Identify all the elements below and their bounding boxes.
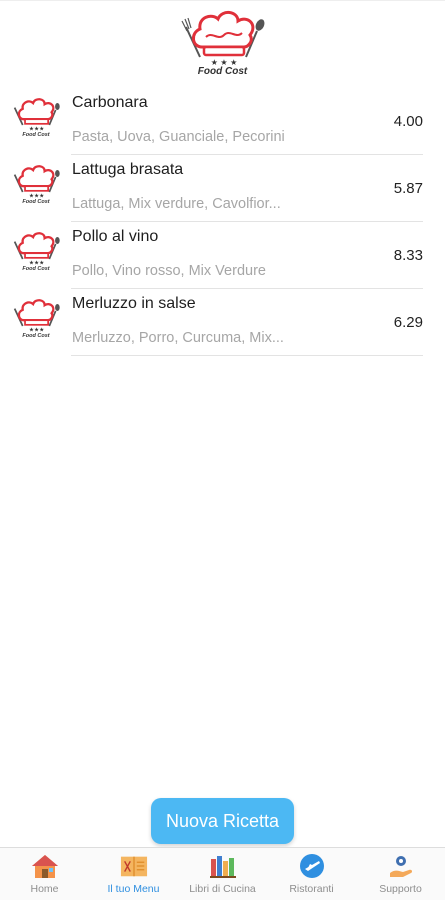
chef-hat-icon: ★★★ — [13, 165, 60, 200]
recipe-price: 4.00 — [393, 113, 423, 130]
chef-hat-icon: ★★★ — [13, 232, 60, 267]
tab-label: Libri di Cucina — [189, 883, 256, 895]
recipe-name: Lattuga brasata — [72, 161, 184, 178]
menu-icon — [120, 853, 148, 879]
recipe-info: Pollo al vino Pollo, Vino rosso, Mix Ver… — [71, 222, 423, 289]
app-header: ★ ★ ★ Food Cost — [0, 0, 445, 80]
recipe-price: 8.33 — [393, 247, 423, 264]
recipe-price: 6.29 — [393, 314, 423, 331]
recipe-row[interactable]: ★★★ Food Cost Carbonara Pasta, Uova, Gua… — [0, 88, 445, 155]
tab-label: Supporto — [379, 883, 422, 895]
recipe-row[interactable]: ★★★ Food Cost Lattuga brasata Lattuga, M… — [0, 155, 445, 222]
recipe-ingredients: Merluzzo, Porro, Curcuma, Mix... — [72, 330, 284, 346]
recipe-ingredients: Pasta, Uova, Guanciale, Pecorini — [72, 129, 285, 145]
chef-hat-icon: ★★★ — [13, 98, 60, 133]
recipe-name: Carbonara — [72, 94, 148, 111]
recipe-info: Carbonara Pasta, Uova, Guanciale, Pecori… — [71, 88, 423, 155]
support-icon — [387, 853, 415, 879]
tab-your-menu[interactable]: Il tuo Menu — [89, 848, 178, 900]
tab-label: Ristoranti — [289, 883, 334, 895]
chef-hat-icon: ★★★ — [13, 299, 60, 334]
tab-label: Il tuo Menu — [107, 883, 160, 895]
food-cost-logo: ★ ★ ★ Food Cost — [178, 7, 268, 79]
house-icon — [31, 853, 59, 879]
tab-home[interactable]: Home — [0, 848, 89, 900]
thumbnail-text: Food Cost — [22, 266, 50, 272]
thumbnail-text: Food Cost — [22, 333, 50, 339]
recipe-thumbnail: ★★★ Food Cost — [10, 96, 62, 138]
recipe-ingredients: Pollo, Vino rosso, Mix Verdure — [72, 263, 266, 279]
recipe-name: Pollo al vino — [72, 228, 159, 245]
tab-support[interactable]: Supporto — [356, 848, 445, 900]
recipe-row[interactable]: ★★★ Food Cost Merluzzo in salse Merluzzo… — [0, 289, 445, 356]
recipe-thumbnail: ★★★ Food Cost — [10, 230, 62, 272]
recipe-thumbnail: ★★★ Food Cost — [10, 297, 62, 339]
tab-label: Home — [30, 883, 59, 895]
recipe-info: Merluzzo in salse Merluzzo, Porro, Curcu… — [71, 289, 423, 356]
plane-icon — [298, 853, 326, 879]
new-recipe-button[interactable]: Nuova Ricetta — [151, 798, 294, 844]
recipe-row[interactable]: ★★★ Food Cost Pollo al vino Pollo, Vino … — [0, 222, 445, 289]
tab-restaurants[interactable]: Ristoranti — [267, 848, 356, 900]
thumbnail-text: Food Cost — [22, 199, 50, 205]
bottom-tab-bar: Home Il tuo Menu Libri di Cucina Ristora… — [0, 847, 445, 900]
thumbnail-text: Food Cost — [22, 132, 50, 138]
tab-cookbooks[interactable]: Libri di Cucina — [178, 848, 267, 900]
recipe-name: Merluzzo in salse — [72, 295, 196, 312]
logo-text: Food Cost — [197, 66, 248, 77]
chef-hat-logo-icon: ★ ★ ★ — [180, 11, 264, 67]
recipe-list: ★★★ Food Cost Carbonara Pasta, Uova, Gua… — [0, 88, 445, 356]
recipe-info: Lattuga brasata Lattuga, Mix verdure, Ca… — [71, 155, 423, 222]
recipe-ingredients: Lattuga, Mix verdure, Cavolfior... — [72, 196, 281, 212]
recipe-price: 5.87 — [393, 180, 423, 197]
recipe-thumbnail: ★★★ Food Cost — [10, 163, 62, 205]
books-icon — [209, 853, 237, 879]
